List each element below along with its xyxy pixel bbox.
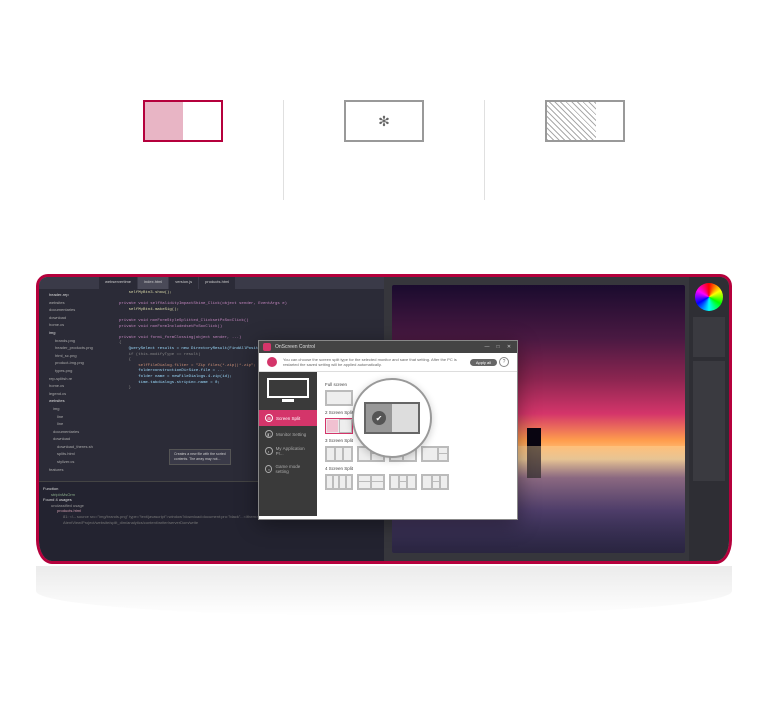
tree-item[interactable]: rep-splitsh.re <box>43 375 115 383</box>
tree-item[interactable]: line <box>43 413 115 421</box>
tree-item[interactable]: img <box>43 329 115 337</box>
layout-full[interactable] <box>325 390 353 406</box>
nav-screen-split[interactable]: ⊞ Screen Split <box>259 410 317 426</box>
feature-tabs: ✻ <box>0 100 768 200</box>
monitor-nav-icon: ◧ <box>265 430 273 438</box>
layout-3a[interactable] <box>325 446 353 462</box>
ide-tab[interactable]: webservertime <box>99 277 137 289</box>
tree-item[interactable]: documentaries <box>43 306 115 314</box>
ide-tab[interactable]: index.html <box>138 277 168 289</box>
nav-my-application[interactable]: ◐ My Application Pr... <box>259 442 317 460</box>
ide-file-tree[interactable]: header-rep websites documentaries downlo… <box>43 291 115 473</box>
minimize-icon[interactable]: — <box>483 344 491 350</box>
tree-item[interactable]: types.png <box>43 367 115 375</box>
app-nav-icon: ◐ <box>265 447 273 455</box>
tree-item[interactable]: stylizer.cs <box>43 458 115 466</box>
nav-monitor-setting[interactable]: ◧ Monitor Setting <box>259 426 317 442</box>
layout-4b[interactable] <box>357 474 385 490</box>
nav-game-mode[interactable]: ◑ Game mode setting <box>259 460 317 478</box>
tree-item[interactable]: header_products.png <box>43 344 115 352</box>
section-four: 4 Screen Split <box>325 466 509 471</box>
divider <box>283 100 284 200</box>
dialog-description: You can choose the screen split type for… <box>283 357 464 367</box>
color-wheel-icon[interactable] <box>695 283 723 311</box>
tree-root[interactable]: header-rep <box>43 291 115 299</box>
layers-panel[interactable] <box>693 361 725 481</box>
tree-item[interactable]: download <box>43 435 115 443</box>
split-nav-icon: ⊞ <box>265 414 273 422</box>
spinner-icon: ✻ <box>344 100 424 142</box>
layout-4d[interactable] <box>421 474 449 490</box>
apply-all-button[interactable]: Apply all <box>470 359 497 366</box>
tree-item[interactable]: features <box>43 466 115 474</box>
layout-2-half[interactable] <box>325 418 353 434</box>
divider <box>484 100 485 200</box>
dialog-sidebar: ⊞ Screen Split ◧ Monitor Setting ◐ My Ap… <box>259 372 317 516</box>
dialog-description-bar: You can choose the screen split type for… <box>259 353 517 372</box>
tree-item[interactable]: websites <box>43 299 115 307</box>
tree-item[interactable]: img <box>43 405 115 413</box>
tree-item[interactable]: home.cs <box>43 321 115 329</box>
search-result[interactable]: AtentView/Project/website/split_dim/anal… <box>43 520 380 526</box>
ide-tab-bar: webservertime index.html version.js prod… <box>39 277 384 289</box>
tab-screen-split[interactable] <box>143 100 223 200</box>
code-tooltip: Creates a new file with the sorted conte… <box>169 449 231 465</box>
tree-item[interactable]: html_sc.png <box>43 352 115 360</box>
tab-loading[interactable]: ✻ <box>344 100 424 200</box>
check-icon: ✔ <box>372 411 386 425</box>
photo-sidebar <box>689 277 729 561</box>
magnifier-overlay: ✔ <box>352 378 432 458</box>
tree-item[interactable]: splits.html <box>43 450 115 458</box>
tree-item[interactable]: brands.png <box>43 337 115 345</box>
dialog-titlebar[interactable]: OnScreen Control — □ ✕ <box>259 341 517 353</box>
tree-item[interactable]: download_theres.sh <box>43 443 115 451</box>
game-nav-icon: ◑ <box>265 465 272 473</box>
tree-item[interactable]: product-img.png <box>43 359 115 367</box>
info-icon <box>267 357 277 367</box>
ide-tab[interactable]: version.js <box>169 277 198 289</box>
maximize-icon[interactable]: □ <box>494 344 502 350</box>
help-icon[interactable]: ? <box>499 357 509 367</box>
image-silhouette <box>527 428 541 478</box>
tree-item[interactable]: documentaries <box>43 428 115 436</box>
close-icon[interactable]: ✕ <box>505 344 513 350</box>
monitor-reflection <box>36 566 732 616</box>
tree-item[interactable]: legend.cs <box>43 390 115 398</box>
screen-split-icon <box>143 100 223 142</box>
monitor-preview-icon <box>267 378 309 404</box>
layout-4a[interactable] <box>325 474 353 490</box>
tree-item[interactable]: websites <box>43 397 115 405</box>
dialog-title: OnScreen Control <box>275 344 315 350</box>
tree-item[interactable]: line <box>43 420 115 428</box>
layout-4c[interactable] <box>389 474 417 490</box>
ide-tab[interactable]: products.html <box>199 277 235 289</box>
layout-3d[interactable] <box>421 446 449 462</box>
tree-item[interactable]: home.cs <box>43 382 115 390</box>
tree-item[interactable]: download <box>43 314 115 322</box>
swatches-panel[interactable] <box>693 317 725 357</box>
magnified-layout: ✔ <box>364 402 420 434</box>
pip-icon <box>545 100 625 142</box>
tab-pip[interactable] <box>545 100 625 200</box>
app-icon <box>263 343 271 351</box>
